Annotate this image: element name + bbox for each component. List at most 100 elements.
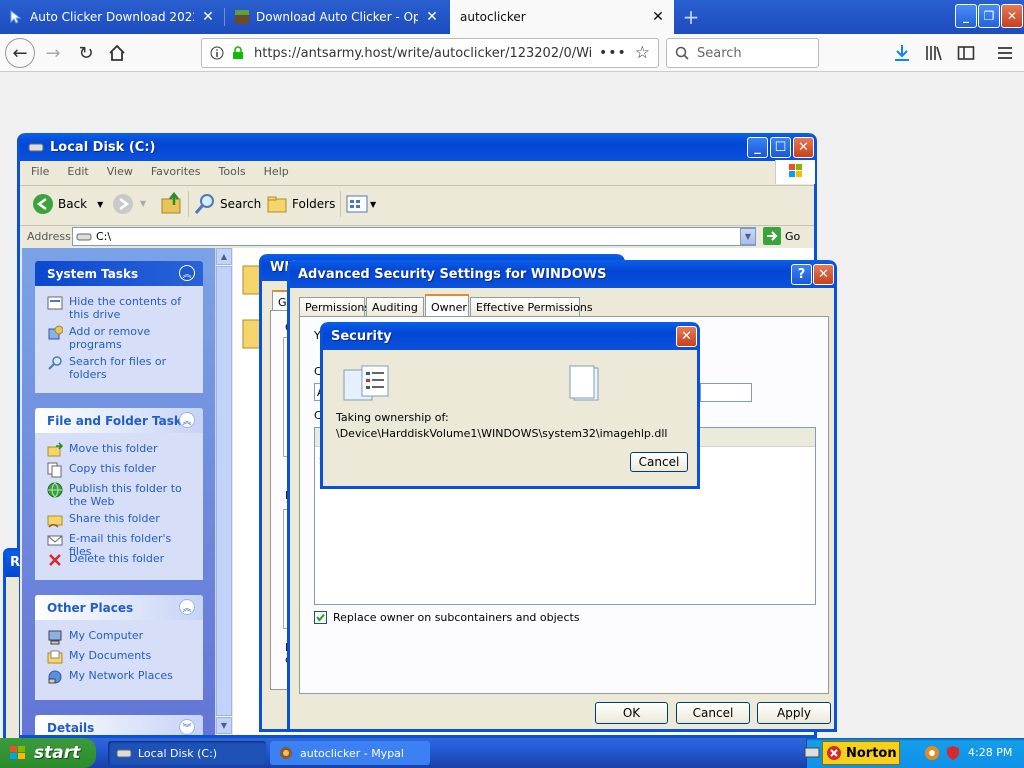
reload-icon[interactable]: ↻ [71, 38, 101, 68]
go-label: Go [785, 229, 801, 243]
menu-bar: File Edit View Favorites Tools Help [22, 165, 298, 178]
task-hide-contents[interactable]: Hide the contents of this drive [47, 295, 197, 321]
task-move-folder[interactable]: Move this folder [47, 442, 197, 458]
tab-effective-permissions[interactable]: Effective Permissions [470, 297, 593, 317]
expand-chevron-icon[interactable]: ︾ [179, 719, 195, 735]
dropdown-arrow-icon[interactable]: ▼ [97, 200, 103, 209]
bookmark-star-icon[interactable]: ☆ [635, 43, 650, 63]
keyboard-icon[interactable] [804, 745, 820, 759]
menu-edit[interactable]: Edit [58, 165, 97, 178]
dropdown-arrow-icon[interactable]: ▼ [140, 199, 146, 208]
views-button[interactable]: ▼ [346, 194, 376, 214]
task-publish-web[interactable]: Publish this folder to the Web [47, 482, 197, 508]
menu-favorites[interactable]: Favorites [142, 165, 210, 178]
task-share-folder[interactable]: Share this folder [47, 512, 197, 528]
task-copy-folder[interactable]: Copy this folder [47, 462, 197, 478]
forward-button[interactable] [112, 193, 134, 215]
menu-tools[interactable]: Tools [210, 165, 255, 178]
replace-owner-checkbox[interactable] [314, 611, 327, 624]
ok-button[interactable]: OK [595, 702, 668, 724]
place-my-computer[interactable]: My Computer [47, 629, 197, 645]
url-bar[interactable]: https://antsarmy.host/write/autoclicker/… [201, 38, 659, 68]
up-folder-icon[interactable] [160, 191, 184, 215]
restore-browser-button[interactable]: ❐ [978, 4, 1000, 28]
menu-help[interactable]: Help [255, 165, 298, 178]
go-button[interactable]: Go [763, 227, 800, 245]
name-field-edge[interactable] [700, 383, 752, 402]
minimize-button[interactable]: _ [747, 137, 768, 158]
taskbar-explorer-button[interactable]: Local Disk (C:) [108, 741, 266, 765]
norton-badge[interactable]: Norton [822, 741, 900, 765]
start-button[interactable]: start [0, 738, 96, 768]
panel-title[interactable]: Details [35, 715, 203, 735]
download-icon[interactable] [893, 44, 911, 62]
tab-owner[interactable]: Owner [425, 294, 469, 318]
mypal-icon [278, 745, 294, 761]
collapse-chevron-icon[interactable]: ︽ [179, 599, 195, 615]
task-delete-folder[interactable]: Delete this folder [47, 552, 197, 568]
help-button[interactable]: ? [791, 264, 812, 285]
back-arrow-icon[interactable]: ← [5, 38, 35, 68]
panel-title[interactable]: System Tasks [35, 261, 203, 286]
panel-title[interactable]: Other Places [35, 595, 203, 620]
scroll-down-arrow-icon[interactable]: ▼ [216, 717, 232, 734]
tray-app-icon[interactable] [924, 745, 940, 761]
minimize-browser-button[interactable]: _ [955, 4, 977, 28]
close-tab-icon[interactable]: ✕ [200, 9, 216, 25]
close-button[interactable]: ✕ [793, 137, 814, 158]
shield-icon[interactable] [946, 745, 960, 761]
search-button[interactable]: Search [194, 193, 261, 215]
collapse-chevron-icon[interactable]: ︽ [179, 265, 195, 281]
library-icon[interactable] [925, 44, 943, 62]
browser-tab-2[interactable]: Download Auto Clicker - OptiFine ✕ [226, 0, 448, 34]
taskbar-browser-button[interactable]: autoclicker - Mypal [270, 741, 430, 765]
place-my-network[interactable]: My Network Places [47, 669, 197, 685]
explorer-titlebar[interactable]: Local Disk (C:) [20, 133, 814, 161]
panel-title[interactable]: File and Folder Tasks [35, 408, 203, 433]
maximize-button[interactable]: ☐ [770, 137, 791, 158]
vertical-scrollbar[interactable]: ▲ ▼ [215, 248, 232, 735]
browser-tab-3-active[interactable]: autoclicker ✕ [450, 0, 674, 34]
close-button[interactable]: ✕ [676, 326, 697, 347]
browser-tab-1[interactable]: Auto Clicker Download 2022 | Aut ✕ [0, 0, 224, 34]
advanced-titlebar[interactable]: Advanced Security Settings for WINDOWS [290, 260, 834, 288]
menu-file[interactable]: File [22, 165, 58, 178]
scroll-thumb[interactable] [216, 266, 232, 716]
windows-flag-icon [8, 744, 28, 762]
minecraft-favicon-icon [234, 9, 250, 25]
menu-hamburger-icon[interactable] [996, 44, 1014, 62]
task-add-remove-programs[interactable]: Add or remove programs [47, 325, 197, 351]
new-tab-icon[interactable]: + [680, 6, 702, 28]
task-search-files[interactable]: Search for files or folders [47, 355, 197, 381]
address-field[interactable]: C:\ [72, 227, 756, 246]
close-tab-icon[interactable]: ✕ [650, 9, 666, 25]
apply-button[interactable]: Apply [757, 702, 831, 724]
folders-button[interactable]: Folders [266, 193, 335, 215]
place-my-documents[interactable]: My Documents [47, 649, 197, 665]
clock[interactable]: 4:28 PM [968, 746, 1012, 759]
info-icon[interactable] [210, 46, 224, 60]
cancel-button[interactable]: Cancel [630, 452, 688, 472]
close-tab-icon[interactable]: ✕ [424, 9, 440, 25]
search-bar[interactable]: Search [666, 38, 819, 68]
tab-permissions[interactable]: Permissions [299, 297, 370, 317]
tab-auditing[interactable]: Auditing [366, 297, 424, 317]
close-browser-button[interactable]: ✕ [1001, 4, 1023, 28]
page-actions-icon[interactable]: ••• [599, 45, 627, 61]
back-label: Back [58, 197, 88, 211]
sidebar-icon[interactable] [957, 44, 975, 62]
back-button[interactable]: Back ▼ [32, 193, 103, 215]
cancel-button[interactable]: Cancel [676, 702, 750, 724]
security-titlebar[interactable]: Security [323, 322, 697, 350]
replace-owner-checkbox-row[interactable]: Replace owner on subcontainers and objec… [314, 611, 580, 624]
forward-arrow-icon[interactable]: → [38, 38, 68, 68]
permissions-list-icon [342, 364, 392, 404]
scroll-up-arrow-icon[interactable]: ▲ [216, 248, 232, 265]
collapse-chevron-icon[interactable]: ︽ [179, 412, 195, 428]
share-folder-icon [47, 512, 63, 528]
close-button[interactable]: ✕ [813, 264, 834, 285]
security-dialog: Security ✕ Taking ownership of: \Device\… [320, 322, 700, 489]
home-icon[interactable] [102, 38, 132, 68]
menu-view[interactable]: View [98, 165, 142, 178]
address-dropdown-button[interactable]: ▼ [740, 228, 756, 245]
